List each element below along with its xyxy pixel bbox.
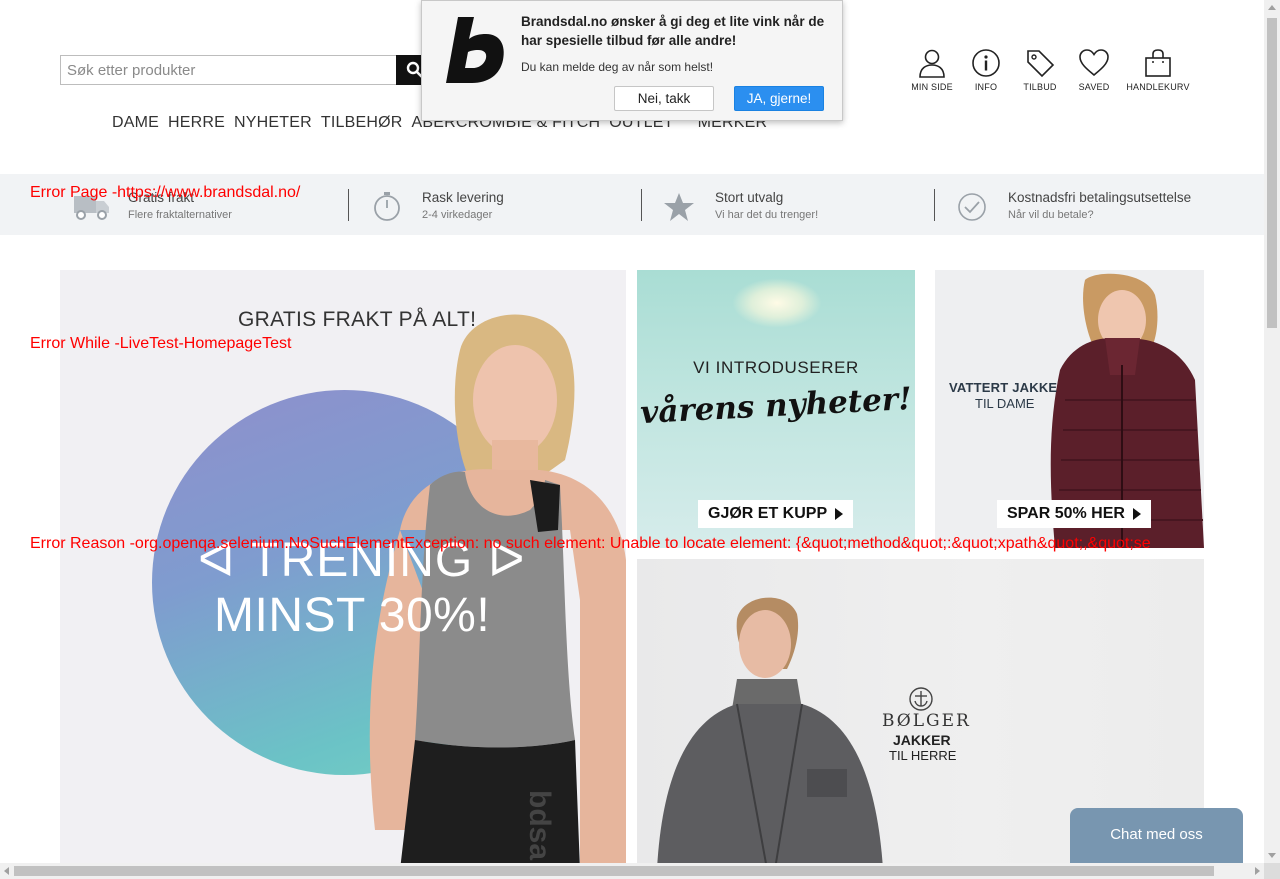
jacket-line1: VATTERT JAKKE xyxy=(949,380,1058,395)
usp-divider xyxy=(348,189,349,221)
stopwatch-icon xyxy=(374,192,400,221)
tilbud-link[interactable]: TILBUD xyxy=(1013,48,1067,92)
bag-icon xyxy=(1145,49,1171,77)
gjor-et-kupp-button[interactable]: GJØR ET KUPP xyxy=(698,500,854,528)
saved-label: SAVED xyxy=(1078,82,1110,92)
spar-50-button[interactable]: SPAR 50% HER xyxy=(997,500,1151,528)
nav-item-dame[interactable]: DAME xyxy=(112,114,159,132)
banner-vattert-jakke[interactable]: VATTERT JAKKE TIL DAME SPAR 50% HER xyxy=(935,270,1204,548)
usp-sub: 2-4 virkedager xyxy=(422,209,493,221)
bolger-brand: BØLGER xyxy=(882,711,971,731)
spring-line2: vårens nyheter! xyxy=(639,380,913,432)
page: DAME HERRE NYHETER TILBEHØR ABERCROMBIE … xyxy=(0,0,1280,879)
handlekurv-link[interactable]: HANDLEKURV xyxy=(1121,48,1195,92)
bolger-line1: JAKKER xyxy=(893,732,951,748)
scroll-up-arrow-icon[interactable] xyxy=(1268,5,1276,10)
svg-text:bdsa: bdsa xyxy=(523,790,556,860)
usp-sub: Når vil du betale? xyxy=(1008,209,1094,221)
info-label: INFO xyxy=(974,82,998,92)
play-arrow-icon xyxy=(1132,507,1141,520)
usp-divider xyxy=(934,189,935,221)
error-reason-text: Error Reason -org.openqa.selenium.NoSuch… xyxy=(30,535,1151,552)
scroll-left-arrow-icon[interactable] xyxy=(4,867,9,875)
popup-subtitle: Du kan melde deg av når som helst! xyxy=(521,60,714,74)
error-while-text: Error While -LiveTest-HomepageTest xyxy=(30,335,292,352)
saved-link[interactable]: SAVED xyxy=(1067,48,1121,92)
cta-label: GJØR ET KUPP xyxy=(708,505,828,522)
tag-icon xyxy=(1027,50,1055,78)
notification-popup: Brandsdal.no ønsker å gi deg et lite vin… xyxy=(421,0,843,121)
error-page-text: Error Page -https://www.brandsdal.no/ xyxy=(30,184,301,201)
usp-title: Stort utvalg xyxy=(715,190,784,205)
search-box xyxy=(60,55,432,85)
horizontal-scroll-thumb[interactable] xyxy=(14,866,1214,876)
usp-sub: Vi har det du trenger! xyxy=(715,209,819,221)
banner-spring[interactable]: VI INTRODUSERER vårens nyheter! GJØR ET … xyxy=(637,270,915,548)
chat-button[interactable]: Chat med oss xyxy=(1070,808,1243,864)
scroll-down-arrow-icon[interactable] xyxy=(1268,853,1276,858)
heart-icon xyxy=(1079,49,1109,77)
user-menu: MIN SIDE INFO TILBUD SAVED HANDLEKURV xyxy=(905,48,1195,92)
vertical-scrollbar[interactable] xyxy=(1264,0,1280,863)
scroll-right-arrow-icon[interactable] xyxy=(1255,867,1260,875)
info-icon xyxy=(972,49,1000,77)
usp-divider xyxy=(641,189,642,221)
bolger-line2: TIL HERRE xyxy=(889,748,957,763)
search-input[interactable] xyxy=(61,56,391,84)
popup-title: Brandsdal.no ønsker å gi deg et lite vin… xyxy=(521,14,825,48)
nav-item-herre[interactable]: HERRE xyxy=(168,114,225,132)
usp-title: Rask levering xyxy=(422,190,504,205)
min-side-label: MIN SIDE xyxy=(911,82,953,92)
horizontal-scrollbar[interactable] xyxy=(0,863,1264,879)
usp-title: Kostnadsfri betalingsutsettelse xyxy=(1008,190,1192,205)
usp-sub: Flere fraktalternativer xyxy=(128,209,232,221)
star-icon xyxy=(664,193,694,221)
anchor-logo-icon xyxy=(909,687,933,711)
nav-item-nyheter[interactable]: NYHETER xyxy=(234,114,312,132)
banner-trening[interactable]: GRATIS FRAKT PÅ ALT! bdsa ᐊ TRENING ᐅ MI… xyxy=(60,270,626,870)
banner-line2: MINST 30%! xyxy=(214,589,491,642)
decline-button[interactable]: Nei, takk xyxy=(614,86,714,111)
vertical-scroll-thumb[interactable] xyxy=(1267,18,1277,328)
nav-item-tilbehor[interactable]: TILBEHØR xyxy=(321,114,403,132)
play-arrow-icon xyxy=(835,507,844,520)
jacket-line2: TIL DAME xyxy=(975,396,1035,411)
info-link[interactable]: INFO xyxy=(959,48,1013,92)
user-icon xyxy=(919,49,945,78)
handlekurv-label: HANDLEKURV xyxy=(1126,82,1190,92)
scrollbar-corner xyxy=(1264,863,1280,879)
accept-button[interactable]: JA, gjerne! xyxy=(734,86,824,111)
brandsdal-logo-icon xyxy=(446,17,504,83)
tilbud-label: TILBUD xyxy=(1023,82,1057,92)
cta-label: SPAR 50% HER xyxy=(1007,505,1125,522)
sun-glow xyxy=(732,278,822,328)
spring-line1: VI INTRODUSERER xyxy=(693,358,859,377)
check-circle-icon xyxy=(958,193,986,221)
min-side-link[interactable]: MIN SIDE xyxy=(905,48,959,92)
